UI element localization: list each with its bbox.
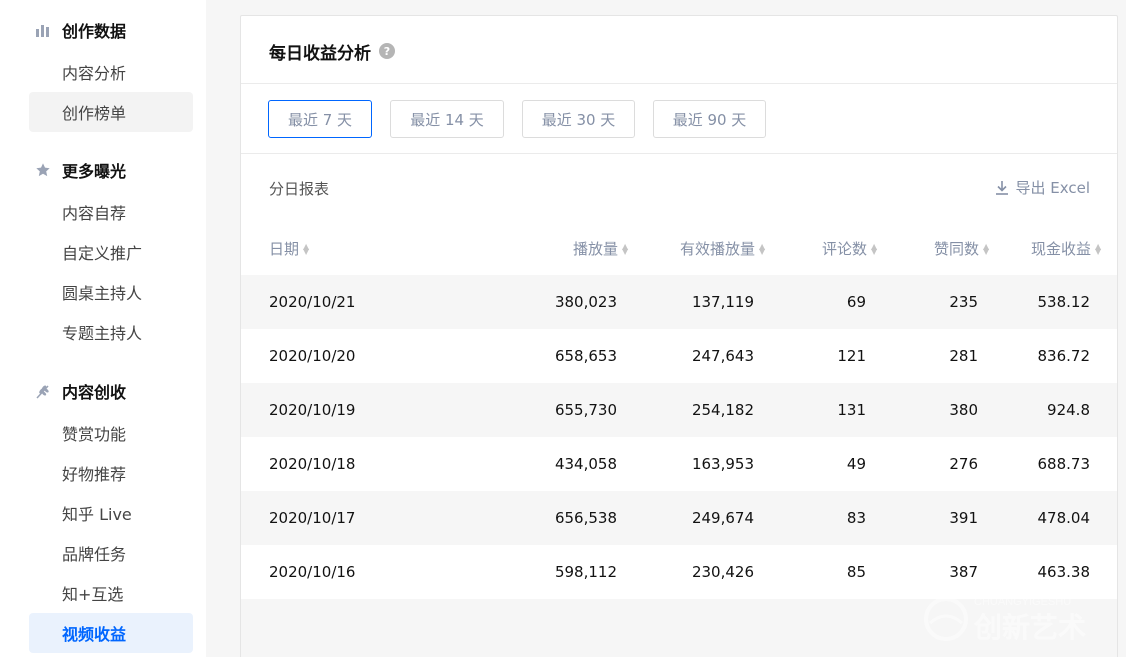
cell-cash-revenue: 538.12 (1037, 293, 1091, 311)
column-header-date[interactable]: 日期 ▲ ▼ (269, 238, 310, 259)
cell-date: 2020/10/19 (269, 401, 356, 419)
range-30-days-button[interactable]: 最近 30 天 (522, 100, 635, 138)
sidebar-item-custom-promotion[interactable]: 自定义推广 (29, 232, 193, 272)
column-label: 日期 (269, 240, 300, 258)
sidebar-item-creator-ranking[interactable]: 创作榜单 (29, 92, 193, 132)
sidebar-item-brand-tasks[interactable]: 品牌任务 (29, 533, 193, 573)
cell-upvotes: 235 (949, 293, 978, 311)
sidebar-item-content-analysis[interactable]: 内容分析 (29, 52, 193, 92)
column-label: 评论数 (821, 240, 867, 258)
range-14-days-button[interactable]: 最近 14 天 (390, 100, 504, 138)
section-title: 创作数据 (62, 22, 127, 41)
cell-valid-plays: 254,182 (691, 401, 754, 419)
table-row: 2020/10/20 658,653 247,643 121 281 836.7… (241, 329, 1117, 383)
section-title: 内容创收 (62, 383, 127, 402)
cell-plays: 655,730 (554, 401, 617, 419)
export-excel-button[interactable]: 导出 Excel (995, 177, 1090, 198)
cell-date: 2020/10/21 (269, 293, 356, 311)
cell-date: 2020/10/16 (269, 563, 356, 581)
sort-icon: ▲ ▼ (1095, 241, 1102, 256)
table-row: 2020/10/18 434,058 163,953 49 276 688.73 (241, 437, 1117, 491)
section-title: 更多曝光 (62, 162, 127, 181)
cell-date: 2020/10/20 (269, 347, 356, 365)
range-7-days-button[interactable]: 最近 7 天 (268, 100, 372, 138)
cell-plays: 658,653 (554, 347, 617, 365)
watermark-main-text: 创新艺术 (973, 611, 1086, 644)
watermark-top-text: CHUANGYIGESHU (974, 596, 1071, 608)
column-header-comments[interactable]: 评论数 ▲ ▼ (822, 238, 878, 259)
section-creation-data: 创作数据 (34, 18, 126, 42)
column-label: 有效播放量 (679, 240, 755, 258)
cell-valid-plays: 249,674 (691, 509, 754, 527)
column-header-cash-revenue[interactable]: 现金收益 ▲ ▼ (1031, 238, 1102, 259)
cell-cash-revenue: 688.73 (1037, 455, 1091, 473)
watermark-logo: CHUANGYIGESHU 创新艺术 (916, 587, 1116, 647)
cell-date: 2020/10/18 (269, 455, 356, 473)
table-row: 2020/10/19 655,730 254,182 131 380 924.8 (241, 383, 1117, 437)
page-title: 每日收益分析 (269, 43, 371, 64)
sort-icon: ▲ ▼ (303, 241, 310, 256)
cell-cash-revenue: 478.04 (1037, 509, 1091, 527)
cell-comments: 131 (837, 401, 866, 419)
cell-comments: 69 (846, 293, 866, 311)
cell-plays: 380,023 (554, 293, 617, 311)
cell-comments: 49 (846, 455, 866, 473)
cell-valid-plays: 163,953 (691, 455, 754, 473)
cell-cash-revenue: 924.8 (1047, 401, 1090, 419)
cell-plays: 598,112 (554, 563, 617, 581)
download-icon (995, 180, 1009, 196)
cell-upvotes: 281 (949, 347, 978, 365)
sidebar-item-topic-host[interactable]: 专题主持人 (29, 312, 193, 352)
sort-icon: ▲ ▼ (759, 241, 766, 256)
divider (241, 83, 1117, 84)
cell-valid-plays: 137,119 (691, 293, 754, 311)
sort-icon: ▲ ▼ (871, 241, 878, 256)
sidebar-item-zhi-plus-select[interactable]: 知+互选 (29, 573, 193, 613)
cell-plays: 434,058 (554, 455, 617, 473)
cell-valid-plays: 247,643 (691, 347, 754, 365)
star-icon (34, 161, 52, 179)
column-header-plays[interactable]: 播放量 ▲ ▼ (573, 238, 629, 259)
daily-revenue-card: 每日收益分析 ? 最近 7 天 最近 14 天 最近 30 天 最近 90 天 … (240, 15, 1118, 657)
column-header-valid-plays[interactable]: 有效播放量 ▲ ▼ (680, 238, 766, 259)
table-row: 2020/10/21 380,023 137,119 69 235 538.12 (241, 275, 1117, 329)
export-label: 导出 Excel (1015, 179, 1090, 197)
sidebar-item-tipping[interactable]: 赞赏功能 (29, 413, 193, 453)
sidebar-item-video-revenue[interactable]: 视频收益 (29, 613, 193, 653)
cell-plays: 656,538 (554, 509, 617, 527)
column-label: 赞同数 (933, 240, 979, 258)
sidebar-item-self-recommend[interactable]: 内容自荐 (29, 192, 193, 232)
range-90-days-button[interactable]: 最近 90 天 (653, 100, 766, 138)
report-title: 分日报表 (269, 180, 330, 198)
column-label: 现金收益 (1030, 240, 1091, 258)
cell-cash-revenue: 836.72 (1037, 347, 1091, 365)
cell-valid-plays: 230,426 (691, 563, 754, 581)
column-label: 播放量 (572, 240, 618, 258)
section-more-exposure: 更多曝光 (34, 158, 126, 182)
cell-upvotes: 380 (949, 401, 978, 419)
cell-upvotes: 276 (949, 455, 978, 473)
sidebar-item-zhihu-live[interactable]: 知乎 Live (29, 493, 193, 533)
column-header-upvotes[interactable]: 赞同数 ▲ ▼ (934, 238, 990, 259)
help-icon[interactable]: ? (379, 43, 395, 59)
cell-upvotes: 391 (949, 509, 978, 527)
cell-comments: 83 (846, 509, 866, 527)
divider (241, 153, 1117, 154)
cell-date: 2020/10/17 (269, 509, 356, 527)
sidebar-item-roundtable-host[interactable]: 圆桌主持人 (29, 272, 193, 312)
sort-icon: ▲ ▼ (622, 241, 629, 256)
table-row: 2020/10/17 656,538 249,674 83 391 478.04 (241, 491, 1117, 545)
sidebar: 创作数据 内容分析 创作榜单 更多曝光 内容自荐 自定义推广 圆桌主持人 专题主… (0, 0, 206, 657)
sidebar-item-good-products[interactable]: 好物推荐 (29, 453, 193, 493)
card-header: 每日收益分析 ? (269, 38, 395, 64)
bar-chart-icon (34, 21, 52, 39)
section-content-monetization: 内容创收 (34, 379, 126, 403)
wheat-icon (34, 382, 52, 400)
cell-comments: 121 (837, 347, 866, 365)
sort-icon: ▲ ▼ (983, 241, 990, 256)
cell-comments: 85 (846, 563, 866, 581)
